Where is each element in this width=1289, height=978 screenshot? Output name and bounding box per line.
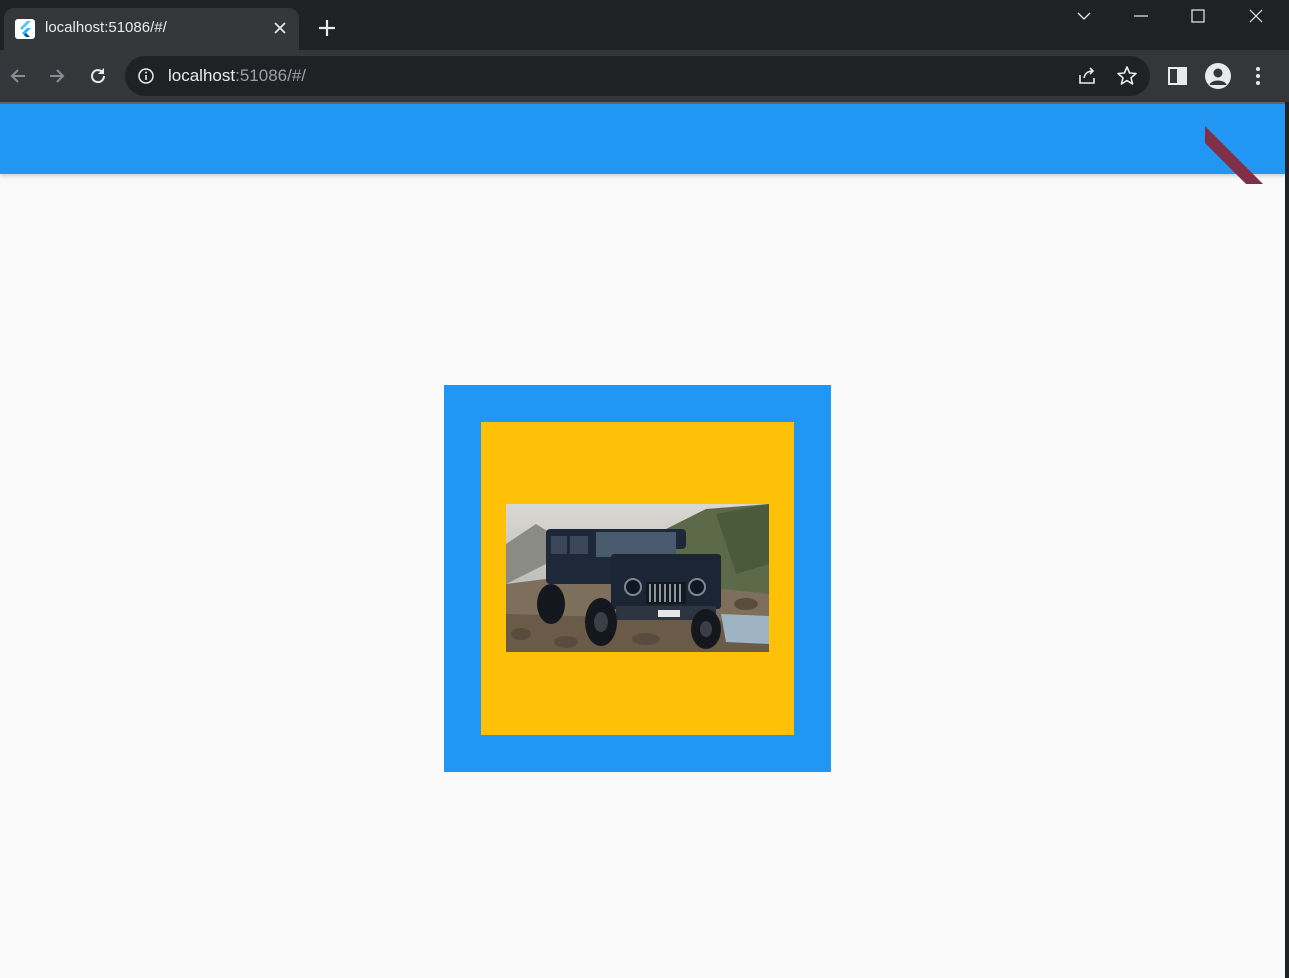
page-viewport [0, 102, 1285, 978]
app-bar [0, 104, 1285, 174]
outer-container [444, 385, 831, 772]
kebab-menu-icon[interactable] [1244, 62, 1272, 90]
plus-icon[interactable] [313, 14, 341, 42]
browser-tab[interactable]: localhost:51086/#/ [4, 8, 299, 50]
reload-icon[interactable] [84, 62, 112, 90]
chevron-down-icon[interactable] [1056, 0, 1112, 32]
window-edge [1285, 102, 1289, 978]
close-icon[interactable] [1228, 0, 1284, 32]
tab-strip: localhost:51086/#/ [0, 0, 1289, 50]
side-panel-icon[interactable] [1164, 62, 1192, 90]
arrow-left-icon[interactable] [4, 62, 32, 90]
maximize-icon[interactable] [1170, 0, 1226, 32]
info-icon[interactable] [137, 67, 155, 85]
flutter-icon [15, 19, 35, 39]
suv-photo [506, 504, 769, 652]
person-icon[interactable] [1205, 63, 1231, 89]
inner-container [481, 422, 794, 735]
url-host: localhost [168, 66, 236, 85]
close-icon[interactable] [270, 18, 290, 38]
browser-window: localhost:51086/#/ localhost:51086/#/ [0, 0, 1289, 978]
browser-toolbar: localhost:51086/#/ [0, 50, 1289, 102]
share-icon[interactable] [1076, 65, 1098, 87]
arrow-right-icon[interactable] [43, 62, 71, 90]
star-icon[interactable] [1116, 65, 1138, 87]
tab-title: localhost:51086/#/ [45, 19, 167, 36]
address-bar[interactable]: localhost:51086/#/ [125, 56, 1150, 96]
minimize-icon[interactable] [1113, 0, 1169, 32]
url-path: :51086/#/ [235, 66, 307, 85]
url-text: localhost:51086/#/ [168, 66, 306, 86]
